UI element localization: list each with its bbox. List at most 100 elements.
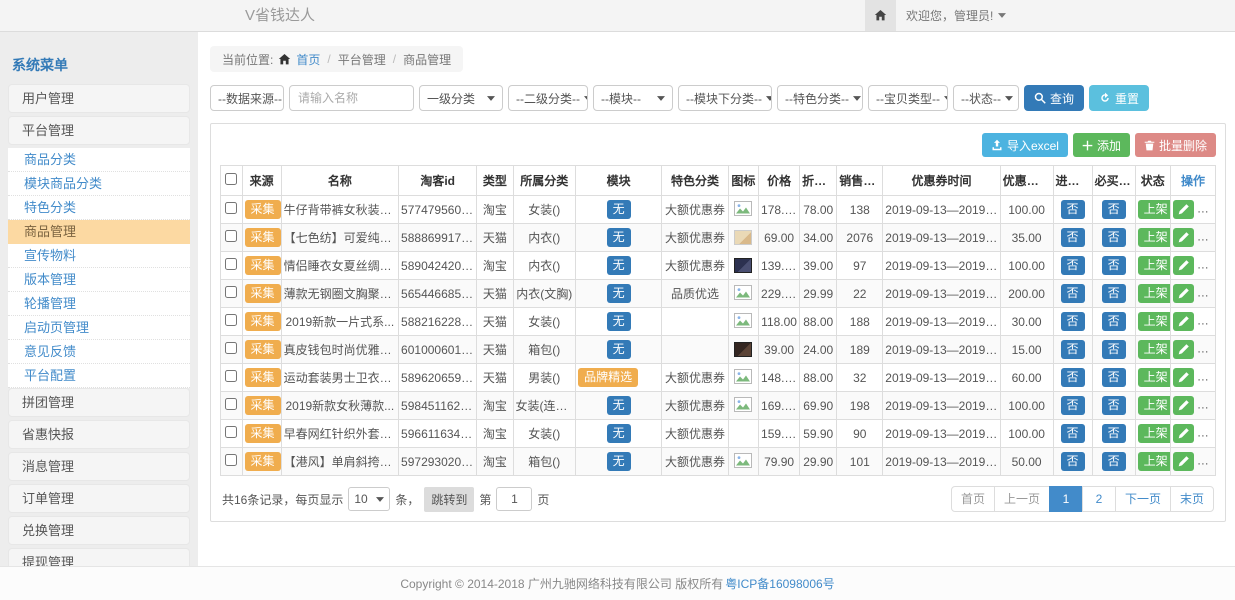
status-badge[interactable]: 上架 [1138,368,1171,386]
sidebar-item-特色分类[interactable]: 特色分类 [8,196,190,220]
per-page-select[interactable]: 10 [348,487,390,511]
breadcrumb-home-link[interactable]: 首页 [296,51,320,68]
row-checkbox[interactable] [225,202,237,214]
status-badge[interactable]: 上架 [1138,200,1171,218]
module-badge[interactable]: 无 [607,396,631,414]
edit-button[interactable] [1173,368,1194,387]
row-checkbox[interactable] [225,258,237,270]
sidebar-section-省惠快报[interactable]: 省惠快报 [8,420,190,449]
module-badge[interactable]: 无 [607,312,631,330]
filter-select-8[interactable]: --状态-- [953,85,1019,111]
sidebar-item-宣传物料[interactable]: 宣传物料 [8,244,190,268]
import-choice-badge[interactable]: 否 [1061,396,1085,414]
batch-delete-button[interactable]: 批量删除 [1135,133,1216,157]
row-checkbox[interactable] [225,314,237,326]
must-buy-badge[interactable]: 否 [1102,256,1126,274]
page-button-首页[interactable]: 首页 [951,486,995,512]
module-badge[interactable]: 无 [607,340,631,358]
sidebar-item-商品分类[interactable]: 商品分类 [8,148,190,172]
import-choice-badge[interactable]: 否 [1061,256,1085,274]
import-choice-badge[interactable]: 否 [1061,452,1085,470]
page-button-1[interactable]: 1 [1049,486,1083,512]
icp-link[interactable]: 粤ICP备16098006号 [725,575,834,592]
reset-button[interactable]: 重置 [1089,85,1149,111]
module-badge[interactable]: 无 [607,256,631,274]
module-badge[interactable]: 无 [607,200,631,218]
status-badge[interactable]: 上架 [1138,228,1171,246]
filter-select-3[interactable]: --二级分类-- [508,85,588,111]
status-badge[interactable]: 上架 [1138,312,1171,330]
row-checkbox[interactable] [225,286,237,298]
filter-select-0[interactable]: --数据来源-- [210,85,284,111]
sidebar-item-版本管理[interactable]: 版本管理 [8,268,190,292]
must-buy-badge[interactable]: 否 [1102,228,1126,246]
module-badge[interactable]: 无 [607,284,631,302]
page-number-input[interactable] [496,487,532,511]
filter-select-7[interactable]: --宝贝类型-- [868,85,948,111]
edit-button[interactable] [1173,424,1194,443]
edit-button[interactable] [1173,340,1194,359]
must-buy-badge[interactable]: 否 [1102,312,1126,330]
filter-select-5[interactable]: --模块下分类-- [678,85,772,111]
page-button-末页[interactable]: 末页 [1170,486,1214,512]
row-checkbox[interactable] [225,370,237,382]
import-choice-badge[interactable]: 否 [1061,200,1085,218]
must-buy-badge[interactable]: 否 [1102,396,1126,414]
edit-button[interactable] [1173,200,1194,219]
home-button[interactable] [865,0,896,31]
module-badge[interactable]: 无 [607,452,631,470]
page-button-上一页[interactable]: 上一页 [994,486,1050,512]
must-buy-badge[interactable]: 否 [1102,368,1126,386]
page-button-下一页[interactable]: 下一页 [1115,486,1171,512]
import-choice-badge[interactable]: 否 [1061,228,1085,246]
import-choice-badge[interactable]: 否 [1061,312,1085,330]
must-buy-badge[interactable]: 否 [1102,452,1126,470]
status-badge[interactable]: 上架 [1138,424,1171,442]
query-button[interactable]: 查询 [1024,85,1084,111]
status-badge[interactable]: 上架 [1138,284,1171,302]
sidebar-section-消息管理[interactable]: 消息管理 [8,452,190,481]
filter-select-4[interactable]: --模块-- [593,85,673,111]
edit-button[interactable] [1173,312,1194,331]
module-badge[interactable]: 无 [607,424,631,442]
must-buy-badge[interactable]: 否 [1102,200,1126,218]
import-choice-badge[interactable]: 否 [1061,340,1085,358]
must-buy-badge[interactable]: 否 [1102,424,1126,442]
edit-button[interactable] [1173,452,1194,471]
row-checkbox[interactable] [225,230,237,242]
sidebar-section-订单管理[interactable]: 订单管理 [8,484,190,513]
module-badge[interactable]: 品牌精选 [578,368,638,386]
sidebar-section-平台管理[interactable]: 平台管理 [8,116,190,145]
status-badge[interactable]: 上架 [1138,396,1171,414]
status-badge[interactable]: 上架 [1138,340,1171,358]
sidebar-item-启动页管理[interactable]: 启动页管理 [8,316,190,340]
select-all-checkbox[interactable] [225,173,237,185]
edit-button[interactable] [1173,228,1194,247]
status-badge[interactable]: 上架 [1138,256,1171,274]
row-checkbox[interactable] [225,454,237,466]
filter-select-6[interactable]: --特色分类-- [777,85,863,111]
sidebar-item-意见反馈[interactable]: 意见反馈 [8,340,190,364]
filter-select-2[interactable]: 一级分类 [419,85,503,111]
sidebar-item-平台配置[interactable]: 平台配置 [8,364,190,388]
must-buy-badge[interactable]: 否 [1102,340,1126,358]
row-checkbox[interactable] [225,398,237,410]
edit-button[interactable] [1173,396,1194,415]
module-badge[interactable]: 无 [607,228,631,246]
add-button[interactable]: 添加 [1073,133,1130,157]
jump-button[interactable]: 跳转到 [424,487,474,512]
sidebar-item-轮播管理[interactable]: 轮播管理 [8,292,190,316]
must-buy-badge[interactable]: 否 [1102,284,1126,302]
import-excel-button[interactable]: 导入excel [982,133,1068,157]
import-choice-badge[interactable]: 否 [1061,368,1085,386]
sidebar-section-用户管理[interactable]: 用户管理 [8,84,190,113]
sidebar-item-模块商品分类[interactable]: 模块商品分类 [8,172,190,196]
page-button-2[interactable]: 2 [1082,486,1116,512]
search-name-input[interactable] [289,85,414,111]
status-badge[interactable]: 上架 [1138,452,1171,470]
sidebar-item-商品管理[interactable]: 商品管理 [8,220,190,244]
sidebar-section-兑换管理[interactable]: 兑换管理 [8,516,190,545]
import-choice-badge[interactable]: 否 [1061,284,1085,302]
row-checkbox[interactable] [225,426,237,438]
sidebar-section-拼团管理[interactable]: 拼团管理 [8,388,190,417]
